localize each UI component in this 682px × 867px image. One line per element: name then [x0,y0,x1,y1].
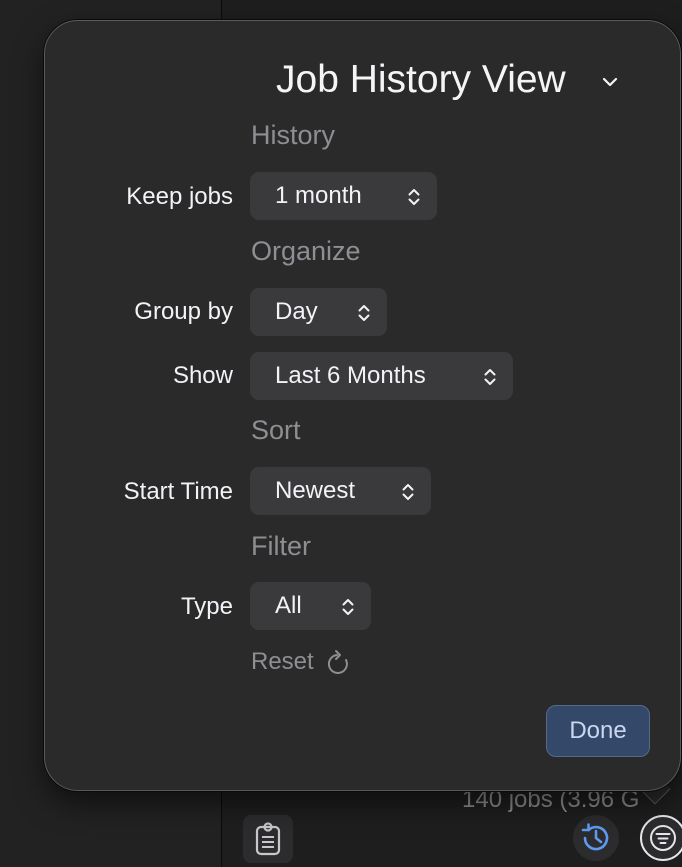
up-down-chevron-icon [401,481,415,501]
reset-arrow-icon [327,650,348,674]
section-history: History [251,120,336,150]
start-time-label: Start Time [123,478,233,505]
start-time-popup[interactable]: Newest [250,467,431,515]
type-value: All [275,592,302,619]
reset-label: Reset [251,648,314,675]
up-down-chevron-icon [483,366,497,386]
up-down-chevron-icon [407,186,421,206]
show-popup[interactable]: Last 6 Months [250,352,513,400]
done-button[interactable]: Done [546,705,650,757]
show-value: Last 6 Months [275,362,426,389]
reset-button[interactable]: Reset [251,648,351,676]
type-popup[interactable]: All [250,582,371,630]
history-clock-icon[interactable] [573,815,619,861]
type-label: Type [180,593,233,620]
show-label: Show [172,362,233,389]
section-sort: Sort [251,415,301,445]
keep-jobs-popup[interactable]: 1 month [250,172,437,220]
start-time-value: Newest [275,477,356,504]
group-by-value: Day [275,298,318,325]
job-history-view-popover [44,20,681,791]
group-by-popup[interactable]: Day [250,288,387,336]
up-down-chevron-icon [341,596,355,616]
chevron-down-icon[interactable] [602,74,618,92]
section-organize: Organize [251,236,361,266]
group-by-label: Group by [134,298,233,325]
up-down-chevron-icon [357,302,371,322]
filter-lines-icon[interactable] [640,815,682,861]
popover-title[interactable]: Job History View [276,58,566,102]
keep-jobs-value: 1 month [275,182,362,209]
clipboard-icon[interactable] [243,815,293,863]
keep-jobs-label: Keep jobs [126,183,233,210]
section-filter: Filter [251,531,311,561]
